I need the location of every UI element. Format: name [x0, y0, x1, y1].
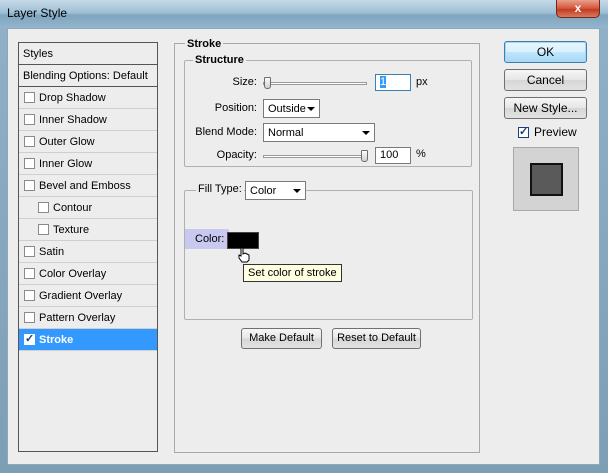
styles-item-label: Drop Shadow: [39, 92, 106, 104]
styles-item-satin[interactable]: Satin: [19, 241, 157, 263]
structure-group: Structure Size: 1 px Position: Outside B…: [184, 54, 472, 167]
styles-item-drop-shadow[interactable]: Drop Shadow: [19, 87, 157, 109]
blend-mode-value: Normal: [268, 127, 304, 139]
styles-item-label: Outer Glow: [39, 136, 95, 148]
fill-type-value: Color: [250, 185, 277, 197]
opacity-unit: %: [416, 148, 426, 160]
styles-header[interactable]: Styles: [19, 43, 157, 65]
styles-item-checkbox[interactable]: [24, 92, 35, 103]
chevron-down-icon: [307, 107, 315, 111]
styles-item-bevel-and-emboss[interactable]: Bevel and Emboss: [19, 175, 157, 197]
stroke-panel: Stroke Structure Size: 1 px Position: Ou…: [174, 38, 480, 453]
size-slider-track[interactable]: [263, 82, 367, 85]
fill-type-dropdown[interactable]: Color: [245, 181, 306, 200]
styles-item-pattern-overlay[interactable]: Pattern Overlay: [19, 307, 157, 329]
styles-item-checkbox[interactable]: [24, 136, 35, 147]
styles-item-checkbox[interactable]: [24, 246, 35, 257]
size-unit: px: [416, 76, 428, 88]
color-label-highlight: Color:: [185, 229, 229, 249]
preview-label: Preview: [534, 125, 577, 139]
styles-item-checkbox[interactable]: [24, 158, 35, 169]
styles-item-label: Stroke: [39, 334, 74, 346]
styles-item-texture[interactable]: Texture: [19, 219, 157, 241]
styles-item-label: Color Overlay: [39, 268, 107, 280]
new-style-button[interactable]: New Style...: [504, 97, 587, 119]
opacity-slider-thumb[interactable]: [361, 150, 368, 162]
position-label: Position:: [214, 102, 257, 114]
styles-header-label: Styles: [23, 48, 53, 60]
hand-cursor-icon: [238, 247, 250, 263]
chevron-down-icon: [362, 131, 370, 135]
preview-swatch: [530, 163, 563, 196]
blending-options-item[interactable]: Blending Options: Default: [19, 65, 157, 87]
styles-item-checkbox[interactable]: [24, 268, 35, 279]
styles-item-label: Contour: [53, 202, 93, 214]
opacity-label: Opacity:: [216, 149, 257, 161]
styles-list: Styles Blending Options: Default Drop Sh…: [18, 42, 158, 452]
reset-to-default-button[interactable]: Reset to Default: [332, 328, 421, 349]
styles-item-label: Bevel and Emboss: [39, 180, 131, 192]
title-bar[interactable]: Layer Style: [0, 0, 608, 28]
stroke-color-tooltip: Set color of stroke: [243, 264, 342, 282]
styles-item-label: Gradient Overlay: [39, 290, 123, 302]
styles-item-gradient-overlay[interactable]: Gradient Overlay: [19, 285, 157, 307]
size-slider-thumb[interactable]: [264, 77, 271, 89]
preview-box: [513, 147, 579, 211]
size-value: 1: [380, 76, 387, 88]
styles-item-stroke[interactable]: Stroke: [19, 329, 157, 351]
fill-group: Fill Type: Color: [184, 181, 473, 320]
make-default-button[interactable]: Make Default: [241, 328, 322, 349]
ok-button[interactable]: OK: [504, 41, 587, 63]
window-title: Layer Style: [7, 6, 68, 20]
styles-item-label: Pattern Overlay: [39, 312, 116, 324]
blending-options-label: Blending Options: Default: [23, 70, 148, 82]
dialog-client: Styles Blending Options: Default Drop Sh…: [7, 28, 600, 465]
size-input[interactable]: 1: [375, 74, 411, 91]
close-button[interactable]: x: [556, 0, 600, 18]
opacity-value: 100: [380, 149, 399, 161]
styles-item-label: Inner Shadow: [39, 114, 107, 126]
styles-item-checkbox[interactable]: [24, 114, 35, 125]
color-label: Color:: [195, 233, 225, 245]
structure-title: Structure: [193, 54, 246, 66]
opacity-slider-track[interactable]: [263, 155, 367, 158]
styles-item-outer-glow[interactable]: Outer Glow: [19, 131, 157, 153]
styles-item-checkbox[interactable]: [38, 224, 49, 235]
blend-mode-label: Blend Mode:: [195, 126, 257, 138]
fill-type-label: Fill Type:: [196, 183, 244, 195]
styles-item-label: Inner Glow: [39, 158, 93, 170]
styles-item-checkbox[interactable]: [24, 312, 35, 323]
position-dropdown[interactable]: Outside: [263, 99, 320, 118]
styles-item-inner-glow[interactable]: Inner Glow: [19, 153, 157, 175]
blend-mode-dropdown[interactable]: Normal: [263, 123, 375, 142]
styles-item-label: Texture: [53, 224, 90, 236]
opacity-input[interactable]: 100: [375, 147, 411, 164]
styles-item-inner-shadow[interactable]: Inner Shadow: [19, 109, 157, 131]
position-value: Outside: [268, 103, 306, 115]
preview-checkbox[interactable]: [518, 125, 529, 138]
styles-item-contour[interactable]: Contour: [19, 197, 157, 219]
styles-item-checkbox[interactable]: [24, 332, 35, 345]
stroke-section-title: Stroke: [185, 38, 224, 50]
chevron-down-icon: [293, 189, 301, 193]
styles-item-checkbox[interactable]: [38, 202, 49, 213]
styles-item-label: Satin: [39, 246, 65, 258]
size-label: Size:: [232, 76, 257, 88]
styles-item-color-overlay[interactable]: Color Overlay: [19, 263, 157, 285]
styles-item-checkbox[interactable]: [24, 180, 35, 191]
cancel-button[interactable]: Cancel: [504, 69, 587, 91]
styles-item-checkbox[interactable]: [24, 290, 35, 301]
